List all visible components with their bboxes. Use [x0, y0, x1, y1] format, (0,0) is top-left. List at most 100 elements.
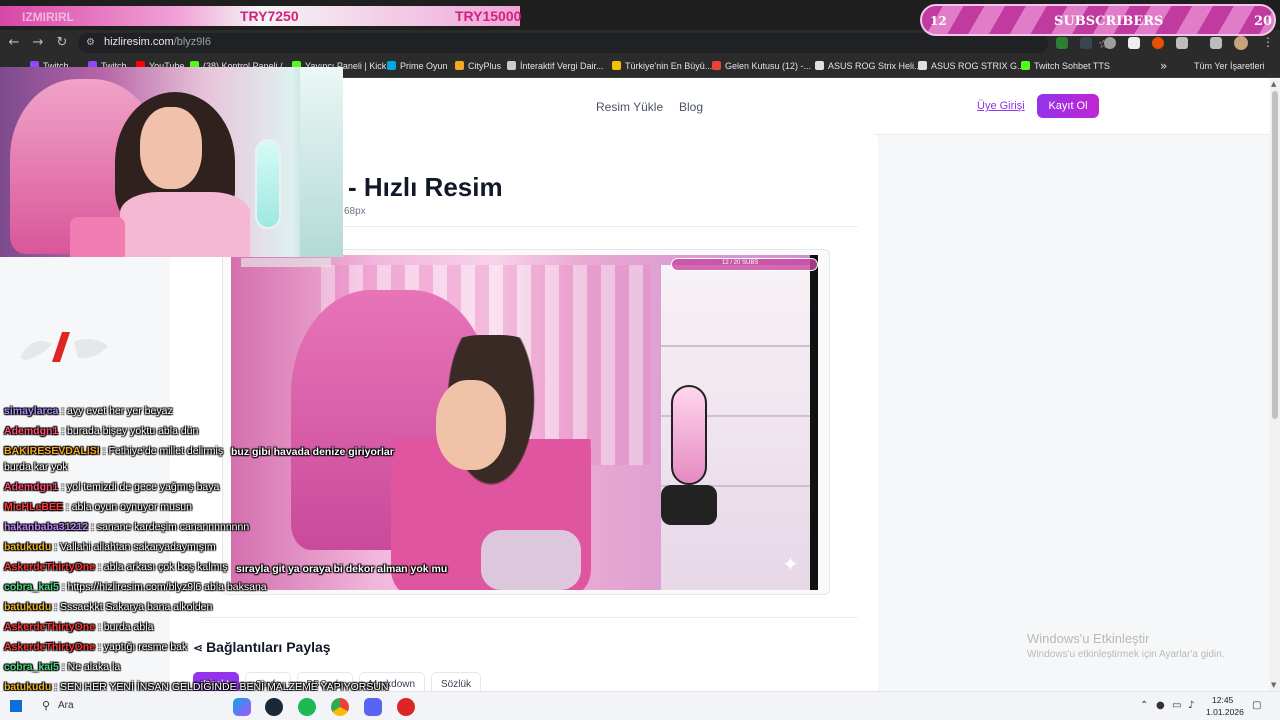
- discord-icon[interactable]: [364, 698, 382, 716]
- extension-icon[interactable]: [1056, 37, 1068, 49]
- chat-text: : Ne alaka la: [61, 661, 121, 673]
- notification-icon[interactable]: ▢: [1252, 700, 1261, 711]
- site-info-icon[interactable]: ⚙: [86, 37, 98, 49]
- search-icon[interactable]: ⚲: [42, 699, 50, 712]
- extension-icon[interactable]: [1152, 37, 1164, 49]
- bookmark-item[interactable]: Twitch Sohbet TTS: [1021, 61, 1110, 71]
- donation-goal-label: IZMIRIRL: [22, 10, 74, 24]
- more-bookmarks-icon[interactable]: »: [1160, 59, 1167, 73]
- bookmark-favicon-icon: [918, 61, 927, 70]
- tray-overflow-icon[interactable]: ⌃: [1140, 700, 1148, 711]
- page-title: - Hızlı Resim: [348, 172, 503, 202]
- bookmark-favicon-icon: [815, 61, 824, 70]
- windows-activation-title: Windows'u Etkinleştir: [1027, 631, 1150, 646]
- bookmark-item[interactable]: Gelen Kutusu (12) -...: [712, 61, 811, 71]
- chat-text: : abla oyun oynuyor musun: [65, 501, 192, 513]
- chat-text: : Fethiye'de millet delirmiş: [102, 445, 224, 457]
- webcam-streamer-body: [120, 192, 250, 257]
- url-domain: hizliresim.com: [104, 36, 174, 48]
- donation-goal-current: TRY7250: [240, 8, 299, 24]
- chat-text: : https://hizliresim.com/blyz9l6 abla ba…: [61, 581, 267, 593]
- extension-icon[interactable]: [1104, 37, 1116, 49]
- login-link[interactable]: Üye Girişi: [977, 100, 1025, 112]
- scroll-up-icon[interactable]: ▲: [1271, 80, 1276, 88]
- bookmark-item[interactable]: ASUS ROG Strix Heli...: [815, 61, 922, 71]
- all-bookmarks-folder[interactable]: Tüm Yer İşaretleri: [1194, 61, 1265, 71]
- chrome-icon[interactable]: [331, 698, 349, 716]
- clock-date[interactable]: 1.01.2026: [1206, 707, 1244, 717]
- chat-username: MicHLeBEE: [4, 501, 63, 513]
- microphone-icon[interactable]: ●: [1156, 700, 1165, 711]
- nav-blog-link[interactable]: Blog: [679, 100, 703, 114]
- windows-start-icon[interactable]: [10, 700, 22, 712]
- bookmark-label: ASUS ROG STRIX G...: [931, 61, 1025, 71]
- url-input[interactable]: ⚙ hizliresim.com/blyz9l6 ☆: [78, 33, 1109, 53]
- nav-upload-link[interactable]: Resim Yükle: [596, 100, 663, 114]
- reload-icon[interactable]: ↻: [54, 35, 70, 51]
- bookmark-label: İnteraktif Vergi Dair...: [520, 61, 604, 71]
- bookmark-item[interactable]: Türkiye'nin En Büyü...: [612, 61, 712, 71]
- chat-message: cobra_kai5 : https://hizliresim.com/blyz…: [4, 580, 400, 594]
- chat-username: cobra_kai5: [4, 661, 59, 673]
- chat-text: : yol temizdi de gece yağmış baya: [61, 481, 220, 493]
- network-icon[interactable]: ▭: [1172, 700, 1181, 711]
- chat-text: : burada bişey yoktu abla dün: [61, 425, 199, 437]
- chat-text: : sanane kardeşim canannnnnnnn: [90, 521, 250, 533]
- chat-username: batukudu: [4, 541, 52, 553]
- chat-username: Ademdgn1: [4, 481, 59, 493]
- bookmark-label: Gelen Kutusu (12) -...: [725, 61, 812, 71]
- url-text: hizliresim.com/blyz9l6: [104, 36, 211, 48]
- extensions-puzzle-icon[interactable]: [1176, 37, 1188, 49]
- chat-username: hakanbaba31212: [4, 521, 89, 533]
- profile-avatar[interactable]: [1234, 36, 1248, 50]
- downloads-icon[interactable]: [1210, 37, 1222, 49]
- bookmark-item[interactable]: ASUS ROG STRIX G...: [918, 61, 1025, 71]
- extension-icon[interactable]: [1128, 37, 1140, 49]
- donation-goal-target: TRY15000: [455, 8, 522, 24]
- chat-username: cobra_kai5: [4, 581, 59, 593]
- subscriber-goal-label: SUBSCRIBERS: [1054, 14, 1164, 29]
- chat-text: burda kar yok: [4, 461, 68, 473]
- subscriber-goal-target: 20: [1254, 14, 1273, 29]
- page-scrollbar[interactable]: ▲ ▼: [1270, 79, 1280, 691]
- bookmark-label: Prime Oyun: [400, 61, 448, 71]
- chat-username: batukudu: [4, 601, 52, 613]
- donation-goal-bar: IZMIRIRL TRY7250 TRY15000: [0, 6, 522, 26]
- scroll-down-icon[interactable]: ▼: [1271, 681, 1276, 689]
- bookmark-item[interactable]: Prime Oyun: [387, 61, 448, 71]
- webcam-cup: [70, 217, 125, 257]
- bookmark-label: Twitch Sohbet TTS: [1034, 61, 1110, 71]
- obs-icon[interactable]: [397, 698, 415, 716]
- bookmark-item[interactable]: İnteraktif Vergi Dair...: [507, 61, 604, 71]
- chat-text: : burda abla: [97, 621, 154, 633]
- scroll-thumb[interactable]: [1272, 91, 1278, 419]
- chat-username: Ademdgn1: [4, 425, 59, 437]
- back-icon[interactable]: ←: [6, 35, 22, 51]
- subscriber-goal: 12 SUBSCRIBERS 20: [920, 4, 1276, 36]
- more-options-icon[interactable]: ⋮: [1262, 35, 1274, 49]
- taskbar-search-label[interactable]: Ara: [58, 700, 74, 711]
- windows-activation-subtitle: Windows'u etkinleştirmek için Ayarlar'a …: [1027, 649, 1225, 660]
- steam-icon[interactable]: [265, 698, 283, 716]
- chat-message: cobra_kai5 : Ne alaka la: [4, 660, 400, 674]
- spotify-icon[interactable]: [298, 698, 316, 716]
- copilot-icon[interactable]: [233, 698, 251, 716]
- register-button[interactable]: Kayıt Ol: [1037, 94, 1099, 118]
- microphone-mount: [661, 485, 717, 525]
- url-path: /blyz9l6: [173, 36, 211, 48]
- bookmark-favicon-icon: [387, 61, 396, 70]
- mini-sub-goal: 12 / 20 SUBS: [671, 258, 818, 271]
- forward-icon[interactable]: →: [30, 35, 46, 51]
- tab-dictionary[interactable]: Sözlük: [431, 672, 481, 691]
- webcam-microphone: [255, 139, 281, 229]
- bookmark-favicon-icon: [507, 61, 516, 70]
- extension-icon[interactable]: [1080, 37, 1092, 49]
- webcam-shelf: [300, 67, 343, 257]
- chat-message: simaylarca : ayy evet her yer beyaz: [4, 404, 400, 418]
- stream-caption: sırayla git ya oraya bi dekor alman yok …: [236, 563, 448, 575]
- clock-time[interactable]: 12:45: [1212, 695, 1233, 705]
- volume-icon[interactable]: ♪: [1188, 700, 1194, 711]
- bookmark-item[interactable]: CityPlus: [455, 61, 501, 71]
- windows-taskbar: ⚲ Ara ⌃ ● ▭ ♪ 12:45 1.01.2026 ▢: [0, 691, 1280, 720]
- chat-text: : ayy evet her yer beyaz: [61, 405, 173, 417]
